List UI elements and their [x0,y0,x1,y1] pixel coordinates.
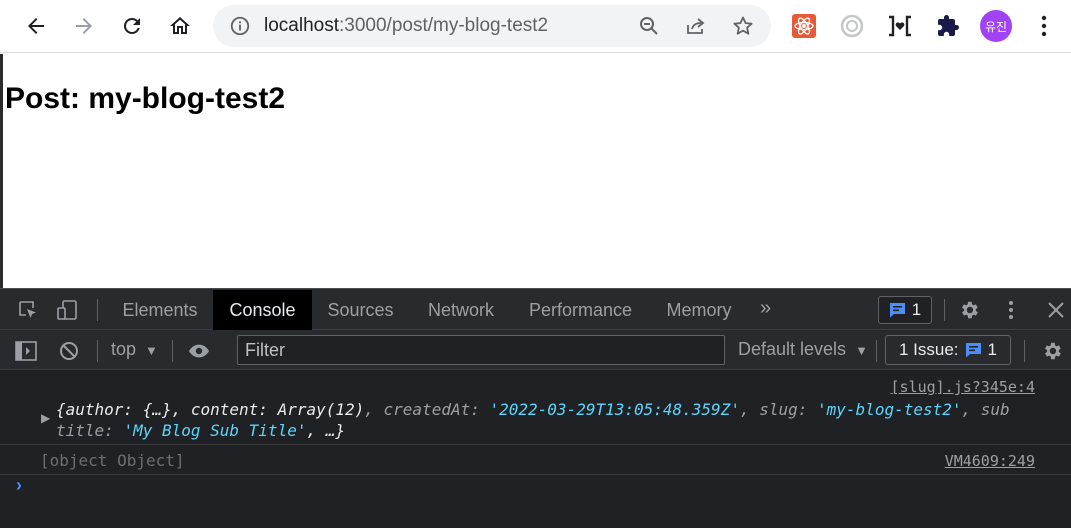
inspect-element-icon[interactable] [17,299,39,321]
console-settings-gear-icon[interactable] [1041,340,1063,362]
tab-memory[interactable]: Memory [651,290,747,330]
source-link[interactable]: [slug].js?345e:4 [891,378,1036,396]
devtools-panel: Elements Console Sources Network Perform… [0,288,1071,528]
zoom-icon[interactable] [637,14,661,38]
log-levels-dropdown[interactable]: Default levels ▼ [738,339,868,360]
settings-gear-icon[interactable] [958,299,980,321]
chevron-down-icon: ▼ [145,343,158,358]
message-icon [965,343,981,358]
source-link[interactable]: VM4609:249 [945,452,1035,470]
tab-performance[interactable]: Performance [515,290,646,330]
log-levels-label: Default levels [738,339,847,359]
console-message-plain: [object Object] VM4609:249 [0,446,1071,475]
eye-icon[interactable] [188,340,210,362]
console-filter-input[interactable] [237,335,725,365]
address-bar[interactable]: localhost:3000/post/my-blog-test2 [213,5,771,47]
info-icon[interactable] [229,15,251,37]
issues-label: 1 Issue: [898,340,959,359]
object-preview-line-1[interactable]: {author: {…}, content: Array(12), create… [56,399,1010,420]
devtools-menu-icon[interactable] [1000,299,1022,321]
url-text: localhost:3000/post/my-blog-test2 [264,15,548,37]
profile-avatar[interactable]: 유진 [980,10,1012,42]
toolbar-divider [876,340,877,362]
close-icon[interactable] [1045,299,1067,321]
clear-console-icon[interactable] [58,340,80,362]
share-icon[interactable] [684,14,708,38]
devtools-tab-bar: Elements Console Sources Network Perform… [0,288,1071,330]
forward-arrow-icon[interactable] [68,10,100,42]
toolbar-divider [172,340,173,362]
messages-count: 1 [911,300,922,319]
page-viewport: Post: my-blog-test2 [0,54,1071,288]
context-value: top [111,339,137,359]
object-preview-key: title: [56,421,124,440]
expand-caret-icon[interactable]: ▶ [41,411,50,425]
object-preview-value: Array(12) [277,400,365,419]
circle-extension-icon[interactable] [838,12,866,40]
console-message-text: [object Object] [40,451,185,470]
home-icon[interactable] [164,10,196,42]
object-preview-string: 'my-blog-test2' [817,400,962,419]
console-output: [slug].js?345e:4 ▶ {author: {…}, content… [0,371,1071,528]
tab-network[interactable]: Network [412,290,510,330]
context-selector[interactable]: top ▼ [111,339,158,360]
tab-elements[interactable]: Elements [108,290,212,330]
tab-sources[interactable]: Sources [313,290,408,330]
toolbar-divider [97,340,98,362]
toolbar-divider [97,299,98,321]
back-arrow-icon[interactable] [20,10,52,42]
sidebar-toggle-icon[interactable] [15,340,37,362]
toolbar-divider [944,299,945,321]
message-icon [889,303,905,318]
puzzle-icon[interactable] [934,12,962,40]
object-preview-text: {author: {…}, content: [56,400,278,419]
object-preview-key: , slug: [739,400,818,419]
tab-console[interactable]: Console [213,290,312,330]
url-path: :3000/post/my-blog-test2 [339,15,549,36]
messages-badge[interactable]: 1 [878,296,932,324]
more-tabs-chevron-icon[interactable]: » [760,297,771,320]
bracket-heart-extension-icon[interactable] [886,12,914,40]
device-toolbar-icon[interactable] [56,299,78,321]
object-preview-string: 'My Blog Sub Title' [123,421,307,440]
object-preview-string: '2022-03-29T13:05:48.359Z' [489,400,740,419]
kebab-menu-icon[interactable] [1028,10,1060,42]
reload-icon[interactable] [116,10,148,42]
url-host: localhost [264,15,339,36]
console-prompt-chevron-icon[interactable]: › [16,475,22,496]
page-title: Post: my-blog-test2 [5,82,286,115]
star-icon[interactable] [731,14,755,38]
object-preview-key: , createdAt: [364,400,490,419]
object-preview-line-2[interactable]: title: 'My Blog Sub Title', …} [56,420,345,441]
toolbar-divider [1024,340,1025,362]
issues-button[interactable]: 1 Issue: 1 [885,335,1011,365]
react-devtools-extension-icon[interactable] [790,12,818,40]
browser-toolbar: localhost:3000/post/my-blog-test2 유진 [0,0,1071,53]
console-filter-bar: top ▼ Default levels ▼ 1 Issue: 1 [0,330,1071,370]
object-preview-key: , sub [961,400,1010,419]
issues-count: 1 [987,340,997,359]
chevron-down-icon: ▼ [855,343,868,358]
object-preview-text: , …} [306,421,345,440]
console-message-object: [slug].js?345e:4 ▶ {author: {…}, content… [0,371,1071,445]
